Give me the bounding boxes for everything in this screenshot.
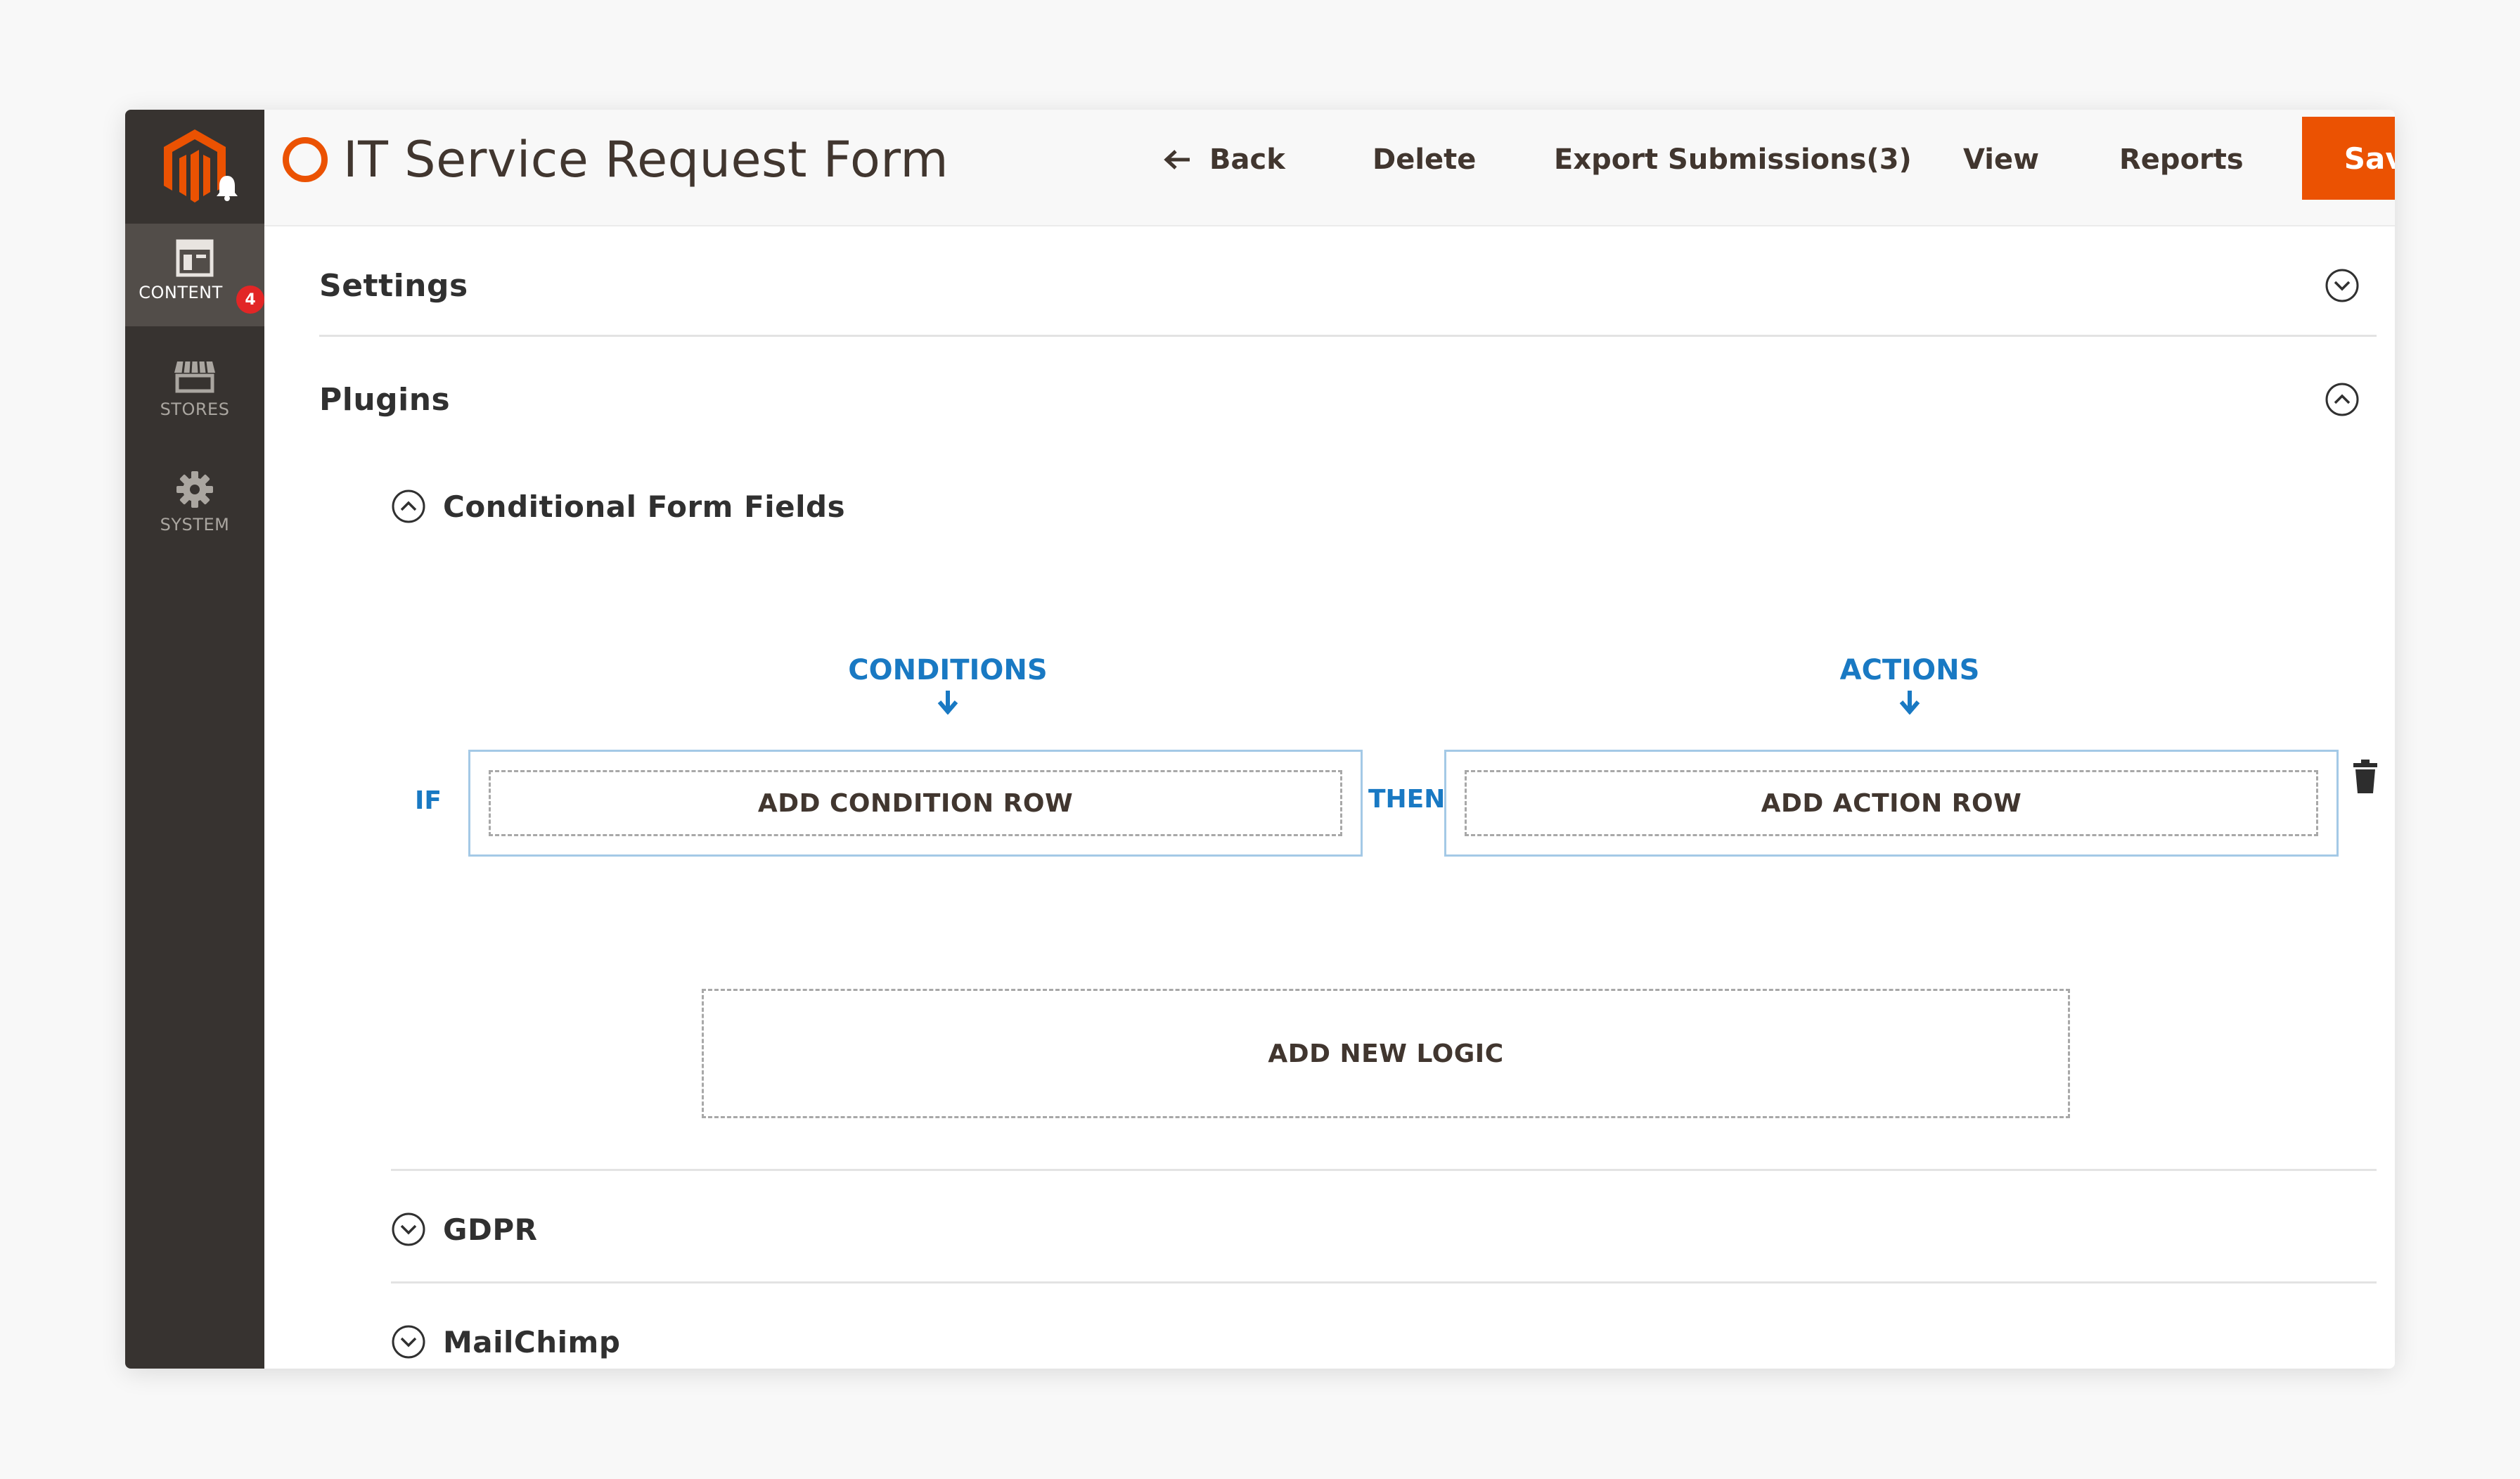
notification-badge[interactable]: 4 bbox=[236, 286, 264, 314]
conditions-box: ADD CONDITION ROW bbox=[468, 750, 1363, 857]
divider bbox=[319, 335, 2377, 337]
actions-box: ADD ACTION ROW bbox=[1444, 750, 2339, 857]
chevron-up-icon[interactable] bbox=[391, 489, 426, 524]
mailchimp-section-header[interactable]: MailChimp bbox=[391, 1317, 620, 1367]
chevron-down-icon[interactable] bbox=[391, 1324, 426, 1359]
sidebar-item-label: CONTENT bbox=[139, 283, 223, 302]
mailchimp-title: MailChimp bbox=[443, 1324, 621, 1359]
gdpr-title: GDPR bbox=[443, 1212, 538, 1247]
actions-header: ACTIONS bbox=[1818, 654, 2001, 715]
conditional-fields-header[interactable]: Conditional Form Fields bbox=[391, 481, 845, 532]
layout-icon bbox=[176, 239, 214, 277]
page-title: IT Service Request Form bbox=[343, 131, 949, 188]
bell-icon[interactable] bbox=[215, 174, 239, 204]
add-condition-row-button[interactable]: ADD CONDITION ROW bbox=[489, 770, 1342, 836]
plugins-title: Plugins bbox=[319, 381, 451, 418]
sidebar-item-label: STORES bbox=[160, 399, 230, 419]
chevron-down-icon[interactable] bbox=[2325, 268, 2360, 303]
reports-button[interactable]: Reports bbox=[2119, 143, 2244, 176]
back-button[interactable]: Back bbox=[1163, 143, 1285, 176]
sidebar-item-label: SYSTEM bbox=[160, 515, 230, 534]
conditional-fields-title: Conditional Form Fields bbox=[443, 489, 846, 524]
chevron-up-icon[interactable] bbox=[2325, 382, 2360, 417]
conditions-label: CONDITIONS bbox=[848, 654, 1048, 686]
admin-window: CONTENT 4 STORES SYSTEM IT Service Reque… bbox=[125, 110, 2395, 1369]
sidebar-item-system[interactable]: SYSTEM bbox=[125, 461, 264, 560]
settings-section-header[interactable]: Settings bbox=[319, 257, 2377, 314]
add-new-logic-button[interactable]: ADD NEW LOGIC bbox=[702, 989, 2070, 1118]
trash-icon[interactable] bbox=[2353, 758, 2378, 798]
divider bbox=[391, 1169, 2377, 1171]
chevron-down-icon[interactable] bbox=[391, 1212, 426, 1247]
magento-logo[interactable] bbox=[125, 110, 264, 222]
actions-label: ACTIONS bbox=[1839, 654, 1980, 686]
if-label: IF bbox=[415, 786, 442, 815]
page-header: IT Service Request Form Back Delete Expo… bbox=[264, 110, 2395, 226]
arrow-left-icon bbox=[1164, 150, 1190, 169]
sidebar: CONTENT 4 STORES SYSTEM bbox=[125, 110, 264, 1369]
arrow-down-icon bbox=[937, 691, 958, 715]
conditions-header: CONDITIONS bbox=[842, 654, 1053, 715]
divider bbox=[391, 1281, 2377, 1283]
arrow-down-icon bbox=[1899, 691, 1920, 715]
add-action-row-button[interactable]: ADD ACTION ROW bbox=[1465, 770, 2318, 836]
gdpr-section-header[interactable]: GDPR bbox=[391, 1204, 537, 1255]
sidebar-item-stores[interactable]: STORES bbox=[125, 349, 264, 440]
settings-title: Settings bbox=[319, 267, 468, 304]
title-wrap: IT Service Request Form bbox=[283, 131, 949, 188]
save-button[interactable]: Save bbox=[2302, 117, 2395, 200]
delete-button[interactable]: Delete bbox=[1372, 143, 1476, 176]
export-submissions-button[interactable]: Export Submissions(3) bbox=[1554, 143, 1912, 176]
store-icon bbox=[174, 361, 215, 393]
gear-icon bbox=[176, 471, 213, 508]
then-label: THEN bbox=[1368, 785, 1446, 814]
back-label: Back bbox=[1209, 143, 1285, 176]
plugins-section-header[interactable]: Plugins bbox=[319, 371, 2377, 428]
status-ring-icon bbox=[283, 137, 328, 182]
view-button[interactable]: View bbox=[1963, 143, 2039, 176]
